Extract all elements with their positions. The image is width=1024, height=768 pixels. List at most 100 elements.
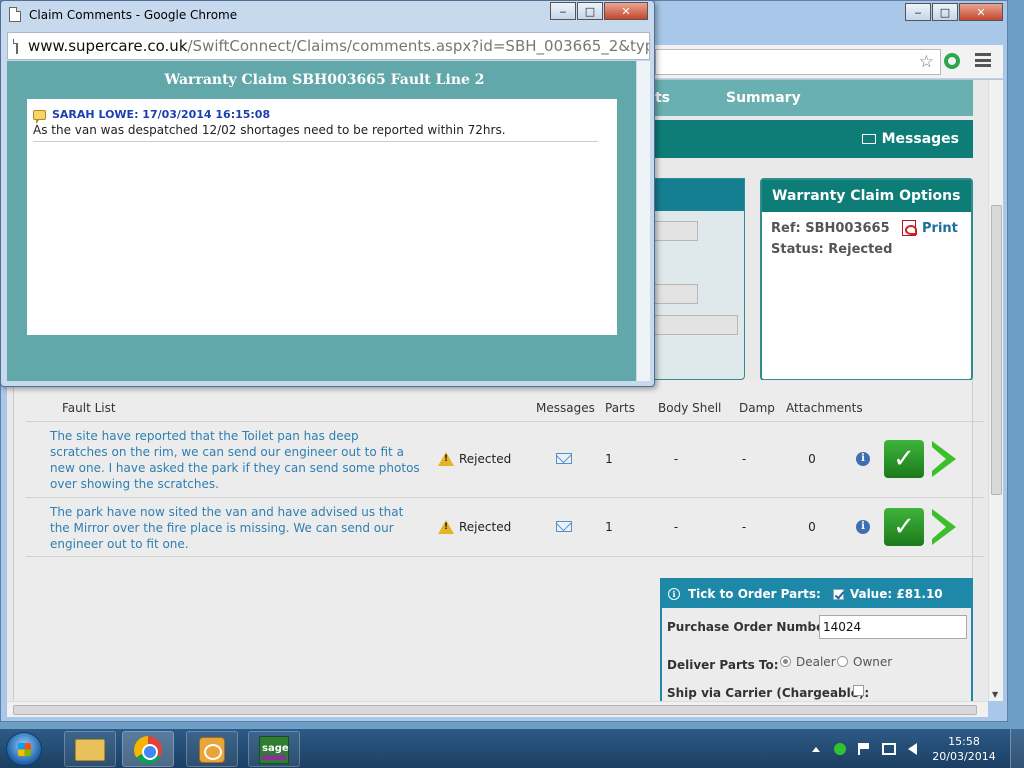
bg-caption-buttons: ‒ □ ✕ [904, 3, 1003, 21]
clock-date: 20/03/2014 [932, 750, 996, 763]
popup-caption-buttons: ‒ □ ✕ [549, 2, 648, 20]
fault-damp: - [741, 452, 747, 466]
fault-description[interactable]: The park have now sited the van and have… [50, 504, 420, 552]
approve-button[interactable]: ✓ [884, 440, 924, 478]
bg-horizontal-scroll-thumb[interactable] [13, 705, 977, 715]
fault-status: Rejected [438, 520, 511, 534]
popup-heading: Warranty Claim SBH003665 Fault Line 2 [164, 72, 485, 88]
fault-description[interactable]: The site have reported that the Toilet p… [50, 428, 420, 492]
popup-vertical-scrollbar[interactable] [636, 61, 650, 381]
comment-author: SARAH LOWE: 17/03/2014 16:15:08 [33, 108, 271, 124]
next-arrow-icon[interactable] [932, 509, 956, 545]
taskbar-sage[interactable]: sage [248, 731, 300, 767]
popup-close-button[interactable]: ✕ [604, 2, 648, 20]
order-value: Value: £81.10 [849, 587, 943, 601]
taskbar-explorer[interactable] [64, 731, 116, 767]
order-parts-header: i Tick to Order Parts: Value: £81.10 [662, 580, 971, 608]
fault-parts-count: 1 [605, 452, 613, 466]
popup-address-bar[interactable]: www.supercare.co.uk/SwiftConnect/Claims/… [7, 32, 650, 60]
popup-minimize-button[interactable]: ‒ [550, 2, 576, 20]
status-dot-icon[interactable] [834, 743, 846, 755]
deliver-owner-label: Owner [853, 655, 893, 669]
fault-parts-count: 1 [605, 520, 613, 534]
deliver-dealer-radio[interactable] [780, 656, 791, 667]
order-parts-checkbox[interactable] [832, 588, 844, 600]
po-number-label: Purchase Order Number: [667, 620, 835, 634]
bg-maximize-button[interactable]: □ [932, 3, 958, 21]
col-header-fault-list: Fault List [62, 401, 116, 415]
taskbar-chrome[interactable] [122, 731, 174, 767]
windows-taskbar: sage 15:58 20/03/2014 [0, 728, 1024, 768]
comment-bubble-icon [33, 109, 46, 124]
fault-status: Rejected [438, 452, 511, 466]
bg-address-bar[interactable]: ☆ [655, 49, 941, 75]
popup-page-body: Warranty Claim SBH003665 Fault Line 2 SA… [7, 61, 650, 381]
info-icon[interactable]: i [856, 452, 870, 466]
col-header-messages: Messages [536, 401, 595, 415]
bg-vertical-scrollbar[interactable]: ▼ [988, 80, 1003, 701]
scroll-down-arrow-icon[interactable]: ▼ [992, 690, 998, 699]
claim-status: Status: Rejected [771, 242, 893, 257]
comments-box: SARAH LOWE: 17/03/2014 16:15:08 As the v… [27, 99, 617, 335]
folder-icon [75, 739, 105, 761]
message-envelope-icon[interactable] [556, 453, 572, 464]
bg-horizontal-scrollbar[interactable] [7, 701, 988, 717]
sage-logo-text: sage [262, 743, 289, 754]
col-header-parts: Parts [605, 401, 635, 415]
page-icon [9, 7, 21, 22]
comment-author-label: SARAH LOWE: 17/03/2014 16:15:08 [52, 108, 271, 121]
network-icon[interactable] [882, 743, 896, 755]
info-icon[interactable]: i [668, 588, 680, 600]
fault-row: The park have now sited the van and have… [26, 497, 984, 557]
options-panel-title: Warranty Claim Options [762, 180, 971, 212]
comment-text: As the van was despatched 12/02 shortage… [33, 123, 506, 137]
message-envelope-icon[interactable] [556, 521, 572, 532]
detail-field-1[interactable] [654, 221, 698, 241]
tick-to-order-label: Tick to Order Parts: [688, 587, 821, 601]
bg-minimize-button[interactable]: ‒ [905, 3, 931, 21]
claim-comments-popup: Claim Comments - Google Chrome ‒ □ ✕ www… [0, 0, 655, 387]
action-center-flag-icon[interactable] [858, 743, 870, 755]
ship-via-carrier-checkbox[interactable] [853, 685, 864, 696]
print-link[interactable]: Print [902, 220, 958, 236]
fault-attachments: 0 [808, 452, 816, 466]
po-number-input[interactable] [819, 615, 967, 639]
taskbar-clock[interactable]: 15:58 20/03/2014 [932, 734, 996, 764]
warning-icon [438, 452, 454, 466]
bg-close-button[interactable]: ✕ [959, 3, 1003, 21]
bg-vertical-scroll-thumb[interactable] [991, 205, 1002, 495]
warranty-claim-options-panel: Warranty Claim Options Ref: SBH003665 St… [760, 178, 973, 381]
volume-icon[interactable] [908, 743, 917, 755]
popup-title-bar: Claim Comments - Google Chrome [9, 7, 237, 22]
system-tray [812, 739, 925, 759]
next-arrow-icon[interactable] [932, 441, 956, 477]
detail-field-3[interactable] [654, 315, 738, 335]
taskbar-outlook[interactable] [186, 731, 238, 767]
chrome-menu-icon[interactable] [975, 53, 991, 67]
comment-divider [33, 141, 598, 142]
messages-link[interactable]: Messages [861, 131, 959, 147]
envelope-icon [861, 134, 876, 144]
url-host: www.supercare.co.uk [28, 37, 188, 55]
deliver-parts-label: Deliver Parts To: [667, 658, 779, 672]
clock-time: 15:58 [948, 735, 980, 748]
fault-status-label: Rejected [459, 520, 512, 534]
show-hidden-icons-icon[interactable] [812, 746, 820, 752]
url-path: /SwiftConnect/Claims/comments.aspx?id=SB… [187, 37, 650, 55]
bookmark-star-icon[interactable]: ☆ [919, 52, 934, 72]
chrome-icon [134, 736, 162, 764]
popup-maximize-button[interactable]: □ [577, 2, 603, 20]
info-icon[interactable]: i [856, 520, 870, 534]
extension-icon[interactable] [944, 53, 960, 69]
col-header-body-shell: Body Shell [658, 401, 722, 415]
start-button[interactable] [6, 732, 42, 766]
deliver-dealer-label: Dealer [796, 655, 836, 669]
deliver-owner-radio[interactable] [837, 656, 848, 667]
approve-button[interactable]: ✓ [884, 508, 924, 546]
fault-damp: - [741, 520, 747, 534]
sage-icon: sage [259, 736, 289, 764]
popup-window-title: Claim Comments - Google Chrome [29, 7, 238, 22]
tab-summary[interactable]: Summary [726, 90, 801, 106]
detail-field-2[interactable] [654, 284, 698, 304]
show-desktop-button[interactable] [1010, 729, 1024, 768]
